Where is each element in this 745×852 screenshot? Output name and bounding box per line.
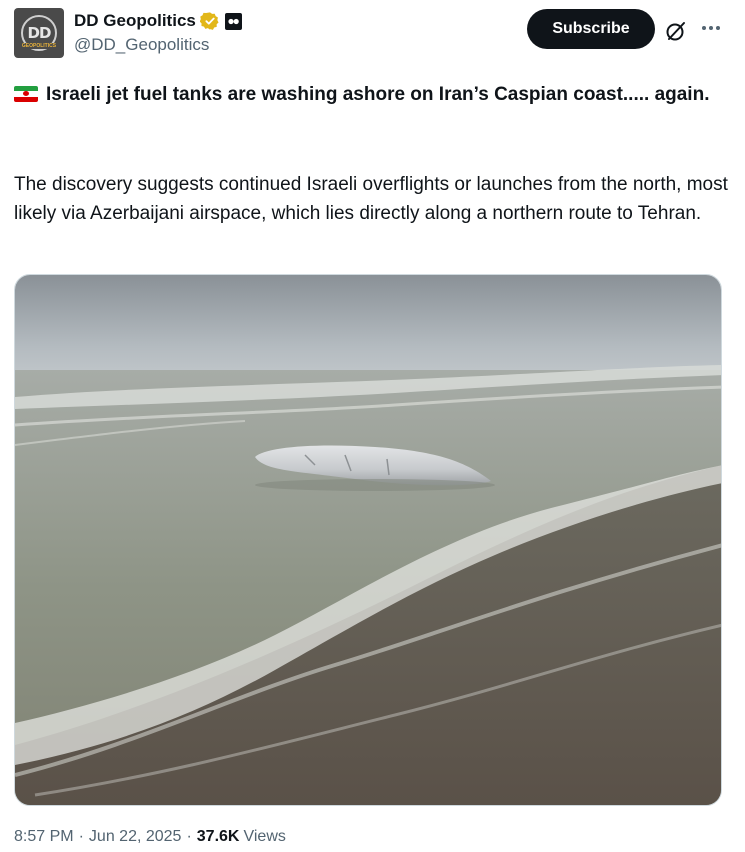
author-handle[interactable]: @DD_Geopolitics <box>74 35 242 55</box>
post-body: The discovery suggests continued Israeli… <box>14 174 728 224</box>
grok-icon[interactable] <box>664 19 688 43</box>
meta-separator: · <box>186 828 192 845</box>
post-header: DD GEOPOLITICS DD Geopolitics @DD_Geopol… <box>14 8 731 60</box>
verified-badge-icon[interactable] <box>199 11 220 31</box>
post-headline-text: Israeli jet fuel tanks are washing ashor… <box>46 84 710 105</box>
more-options-icon[interactable] <box>698 18 724 38</box>
meta-separator: · <box>78 828 84 845</box>
author-names: DD Geopolitics @DD_Geopolitics <box>74 8 242 55</box>
views-count[interactable]: 37.6K <box>197 828 240 846</box>
beach-fuel-tank-photo <box>15 275 721 805</box>
views-label: Views <box>243 828 286 845</box>
iran-flag-icon <box>14 86 38 102</box>
post-time[interactable]: 8:57 PM <box>14 828 74 846</box>
post-photo[interactable] <box>14 274 722 806</box>
avatar[interactable]: DD GEOPOLITICS <box>14 8 64 58</box>
post-headline: Israeli jet fuel tanks are washing ashor… <box>14 80 729 110</box>
author-display-name[interactable]: DD Geopolitics <box>74 11 196 31</box>
affiliate-badge-icon[interactable] <box>224 12 242 30</box>
subscribe-button[interactable]: Subscribe <box>527 9 655 49</box>
post-meta: 8:57 PM · Jun 22, 2025 · 37.6K Views <box>14 828 286 846</box>
avatar-subtext: GEOPOLITICS <box>20 43 58 49</box>
post-date[interactable]: Jun 22, 2025 <box>89 828 182 846</box>
